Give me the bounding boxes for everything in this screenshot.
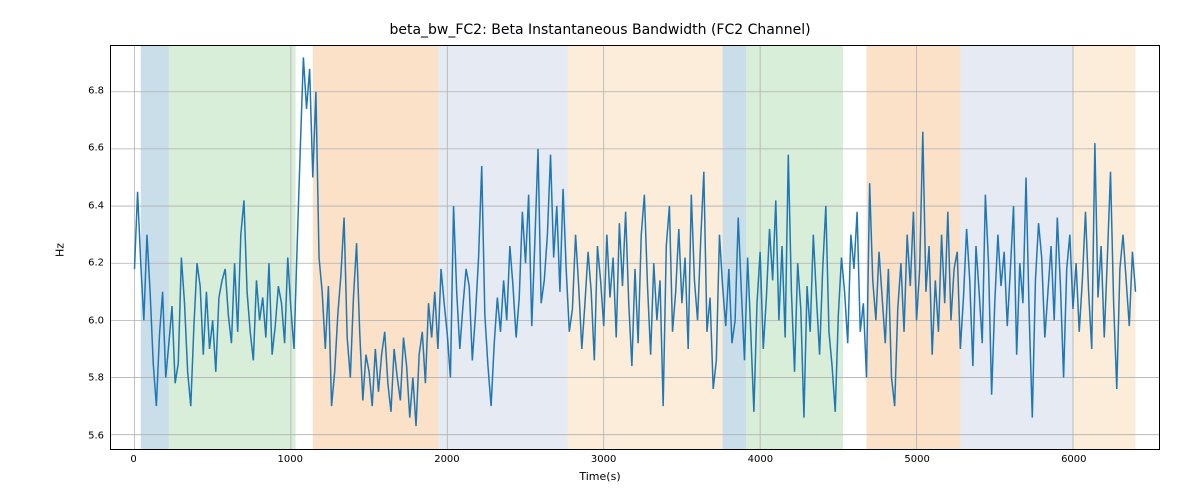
x-tick-label: 6000 <box>1061 454 1086 465</box>
x-tick-label: 3000 <box>591 454 616 465</box>
y-tick-label: 6.6 <box>88 143 104 154</box>
y-tick-label: 6.8 <box>88 85 104 96</box>
y-tick-label: 6.4 <box>88 200 104 211</box>
background-band <box>746 46 843 449</box>
plot-svg <box>111 46 1159 449</box>
plot-area <box>110 45 1160 450</box>
background-band <box>169 46 296 449</box>
y-tick-label: 5.8 <box>88 373 104 384</box>
y-axis-label: Hz <box>54 243 67 257</box>
y-tick-label: 6.2 <box>88 258 104 269</box>
background-band <box>568 46 723 449</box>
background-band <box>723 46 746 449</box>
x-tick-label: 1000 <box>277 454 302 465</box>
background-band <box>438 46 568 449</box>
y-tick-label: 5.6 <box>88 430 104 441</box>
x-tick-label: 5000 <box>904 454 929 465</box>
chart-title: beta_bw_FC2: Beta Instantaneous Bandwidt… <box>0 22 1200 38</box>
x-tick-label: 4000 <box>748 454 773 465</box>
x-tick-label: 2000 <box>434 454 459 465</box>
x-tick-label: 0 <box>130 454 136 465</box>
x-axis-label: Time(s) <box>0 470 1200 483</box>
chart-figure: beta_bw_FC2: Beta Instantaneous Bandwidt… <box>0 0 1200 500</box>
y-tick-label: 6.0 <box>88 315 104 326</box>
background-band <box>1073 46 1136 449</box>
